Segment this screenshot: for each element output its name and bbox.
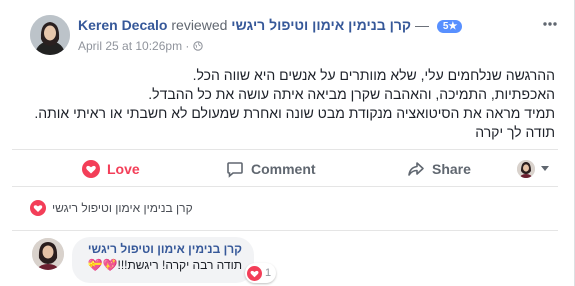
review-post-card: Keren Decalo reviewed קרן בנימין אימון ו…	[0, 0, 575, 286]
author-avatar[interactable]	[30, 15, 70, 55]
share-icon	[408, 162, 424, 176]
action-text: reviewed	[171, 17, 228, 33]
commenter-name[interactable]: קרן בנימין אימון וטיפול ריגשי	[84, 242, 242, 256]
post-title-line: Keren Decalo reviewed קרן בנימין אימון ו…	[78, 17, 463, 33]
comment-icon	[227, 162, 243, 178]
review-line-1: ההרגשה שנלחמים עלי, שלא מוותרים על אנשים…	[192, 67, 555, 83]
rating-badge[interactable]: 5★	[436, 20, 463, 33]
commenter-avatar[interactable]	[32, 238, 64, 270]
post-header: Keren Decalo reviewed קרן בנימין אימון ו…	[0, 0, 575, 62]
love-reaction-icon	[30, 200, 46, 216]
share-button[interactable]: Share	[407, 158, 471, 180]
page-avatar	[517, 160, 535, 178]
comment-label: Comment	[251, 161, 316, 177]
post-meta: April 25 at 10:26pm ·	[78, 39, 203, 53]
post-as-selector[interactable]	[517, 160, 549, 178]
heart-emoji: 💖💝	[87, 258, 118, 272]
privacy-globe-icon[interactable]	[193, 39, 203, 53]
comment: קרן בנימין אימון וטיפול ריגשי תודה רבה י…	[12, 230, 558, 286]
meta-dot: ·	[185, 39, 190, 53]
separator: —	[414, 17, 429, 33]
review-line-2: האכפתיות, התמיכה, והאהבה שקרן מביאה איתה…	[148, 86, 555, 102]
review-line-3: תמיד מראה את הסיטואציה מנקודת מבט שונה ו…	[34, 105, 555, 140]
author-name-link[interactable]: Keren Decalo	[78, 17, 167, 33]
star-icon: ★	[448, 21, 458, 32]
comment-reaction-count: 1	[265, 267, 272, 279]
comment-button[interactable]: Comment	[226, 158, 316, 180]
love-reaction-icon	[247, 265, 262, 281]
comment-text-line: תודה רבה יקרה! ריגשת!!!💖💝	[84, 258, 242, 272]
chevron-down-icon	[541, 166, 549, 171]
love-button[interactable]: Love	[82, 158, 140, 180]
comment-bubble: קרן בנימין אימון וטיפול ריגשי תודה רבה י…	[72, 237, 254, 283]
page-name-link[interactable]: קרן בנימין אימון וטיפול ריגשי	[231, 17, 411, 33]
love-icon	[82, 160, 100, 178]
reactor-name[interactable]: קרן בנימין אימון וטיפול ריגשי	[52, 201, 193, 215]
love-label: Love	[107, 161, 140, 177]
comment-text: תודה רבה יקרה! ריגשת!!!	[117, 258, 242, 272]
comment-reactions[interactable]: 1	[245, 263, 277, 283]
action-bar: Love Comment Share	[12, 149, 558, 187]
reactions-summary[interactable]: קרן בנימין אימון וטיפול ריגשי	[12, 198, 558, 220]
share-label: Share	[432, 161, 471, 177]
more-options-icon[interactable]	[542, 16, 558, 32]
review-text: ההרגשה שנלחמים עלי, שלא מוותרים על אנשים…	[20, 66, 555, 142]
post-timestamp[interactable]: April 25 at 10:26pm	[78, 39, 182, 53]
